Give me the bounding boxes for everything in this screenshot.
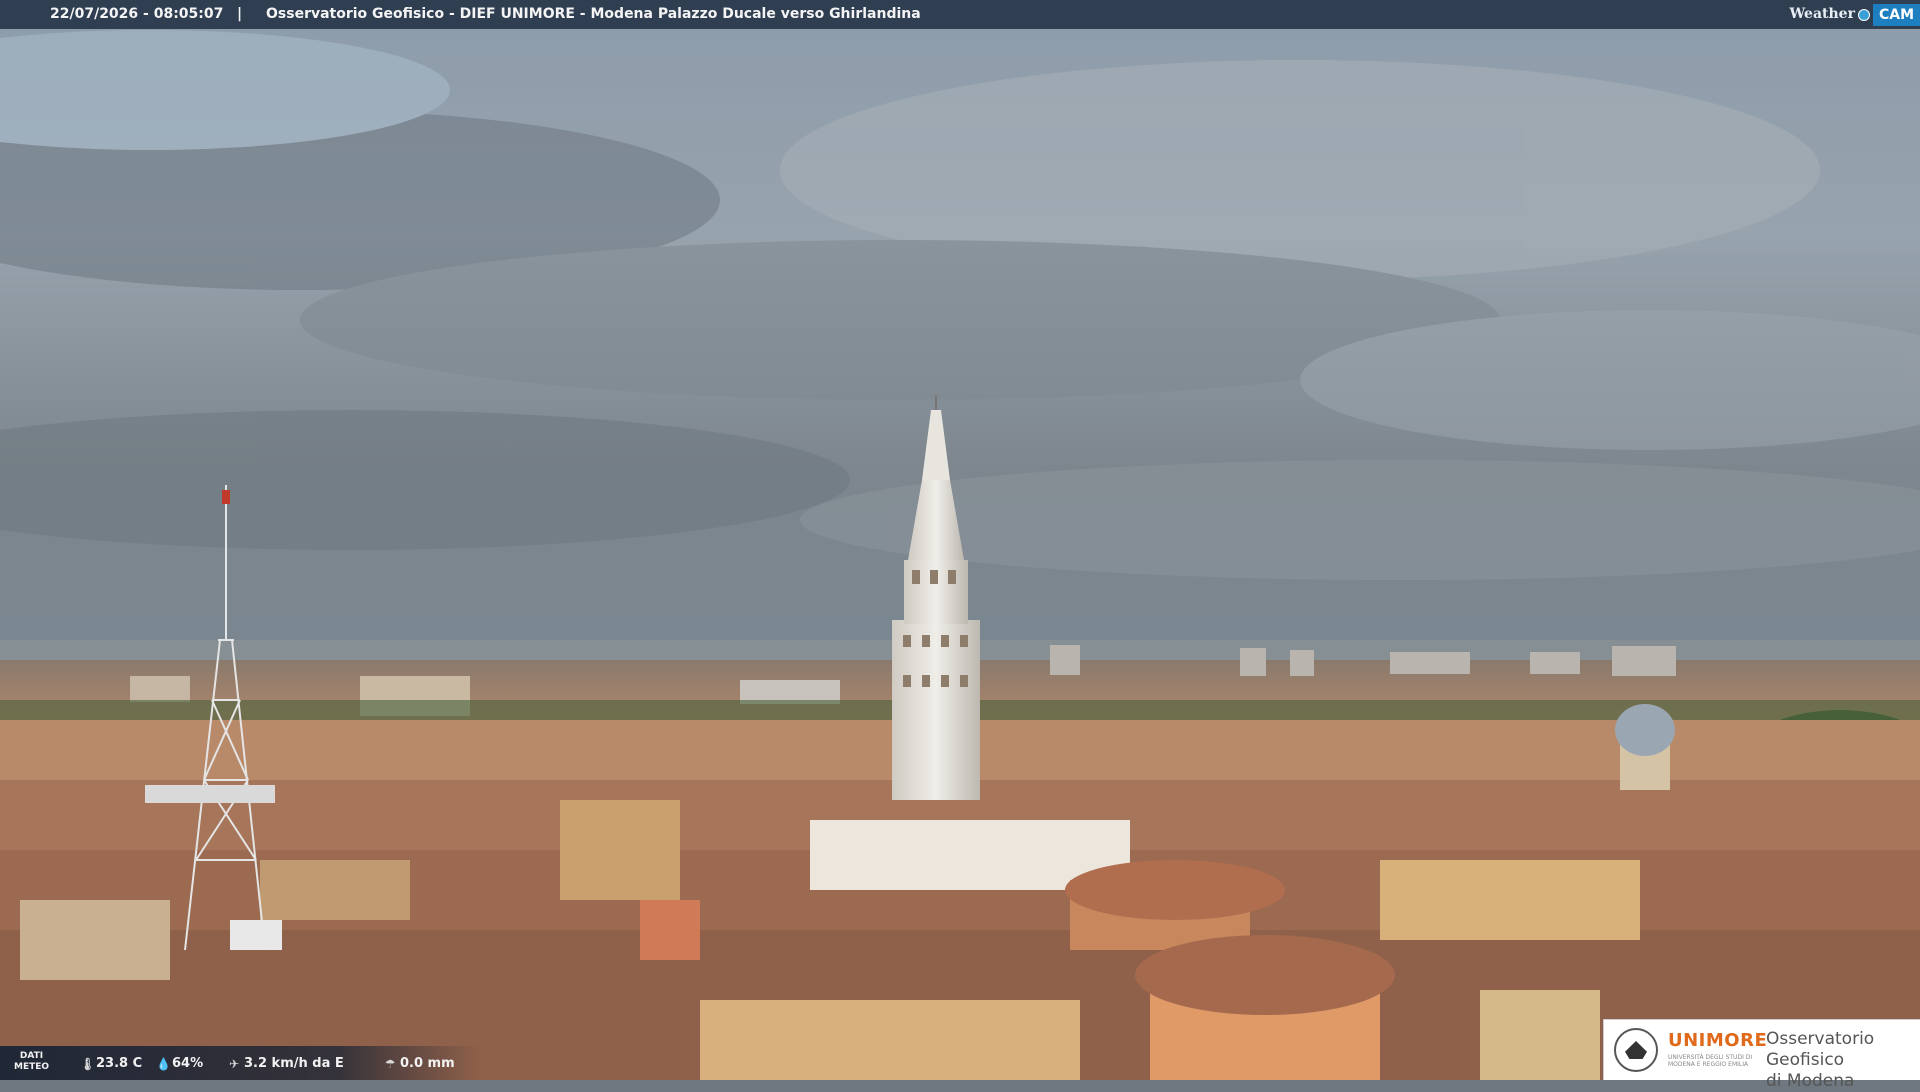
timestamp: 22/07/2026 - 08:05:07	[50, 6, 224, 22]
header-separator: |	[237, 6, 243, 22]
observatory-name-line2: di Modena	[1766, 1071, 1855, 1091]
camera-title: Osservatorio Geofisico - DIEF UNIMORE - …	[266, 6, 921, 22]
temperature-reading: 🌡 23.8 C	[80, 1056, 142, 1071]
wind-reading: ✈ 3.2 km/h da E	[228, 1056, 344, 1071]
brand-cam-text: CAM	[1872, 3, 1920, 26]
rain-value: 0.0 mm	[400, 1056, 455, 1071]
meteo-label-line2: METEO	[14, 1062, 50, 1072]
weather-data-bar: DATI METEO 🌡 23.8 C 💧 64% ✈ 3.2 km/h da …	[0, 1046, 480, 1080]
dome	[1615, 704, 1675, 790]
humidity-value: 64%	[172, 1056, 204, 1071]
brand-dot-icon	[1857, 8, 1870, 21]
rain-icon: ☂	[384, 1056, 396, 1071]
wind-icon: ✈	[228, 1056, 240, 1071]
university-name: UNIMORE	[1668, 1030, 1767, 1051]
observatory-name-line1: Osservatorio Geofisico	[1766, 1029, 1875, 1070]
university-seal-icon	[1614, 1028, 1658, 1072]
rain-reading: ☂ 0.0 mm	[384, 1056, 455, 1071]
thermometer-icon: 🌡	[80, 1056, 96, 1071]
webcam-image	[0, 0, 1920, 1080]
observatory-name: Osservatorio Geofisico di Modena	[1766, 1029, 1920, 1092]
unimore-logo-panel: UNIMORE UNIVERSITÀ DEGLI STUDI DI MODENA…	[1603, 1019, 1920, 1091]
wind-value: 3.2 km/h da E	[244, 1056, 344, 1071]
weathercam-logo: Weather CAM	[1789, 0, 1920, 29]
university-subtitle: UNIVERSITÀ DEGLI STUDI DI MODENA E REGGI…	[1668, 1054, 1753, 1068]
meteo-label: DATI METEO	[14, 1051, 49, 1073]
brand-weather-text: Weather	[1789, 6, 1855, 22]
camera-header: 22/07/2026 - 08:05:07 | Osservatorio Geo…	[0, 0, 1920, 29]
temperature-value: 23.8 C	[96, 1056, 143, 1071]
meteo-label-line1: DATI	[19, 1051, 44, 1061]
university-name-text: UNIMORE	[1668, 1030, 1768, 1051]
humidity-drop-icon: 💧	[156, 1056, 171, 1071]
humidity-reading: 💧 64%	[156, 1056, 203, 1071]
